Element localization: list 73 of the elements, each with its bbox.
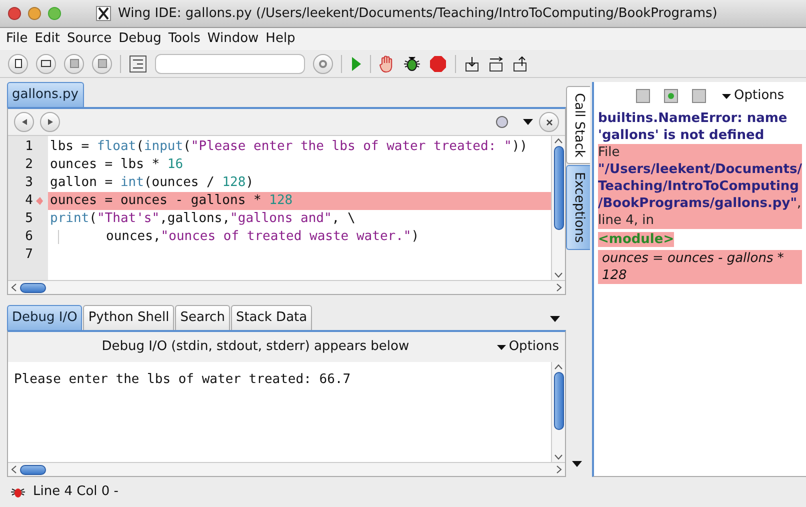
step-out-icon[interactable] [512, 56, 528, 72]
options-button[interactable]: Options [496, 337, 559, 357]
console-output: Please enter the lbs of water treated: 66.7 [14, 372, 351, 387]
tab[interactable]: Stack Data [230, 305, 312, 330]
options-button[interactable]: Options [722, 86, 784, 106]
menu-item[interactable]: Debug [118, 29, 162, 49]
menu-item[interactable]: Source [66, 29, 112, 49]
close-icon[interactable] [8, 7, 21, 20]
minimize-icon[interactable] [28, 7, 41, 20]
status-text: Line 4 Col 0 - [33, 483, 118, 502]
horizontal-scrollbar[interactable] [8, 280, 565, 294]
scroll-down-icon[interactable] [554, 272, 563, 278]
scroll-thumb[interactable] [20, 464, 46, 474]
dropdown-arrow-icon[interactable] [550, 316, 560, 322]
code-line: lbs = float(input("Please enter the lbs of water treated: ")) [50, 138, 528, 156]
code-line: ounces = lbs * 16 [50, 156, 184, 174]
code-line: ounces,"ounces of treated waste water.") [50, 227, 420, 247]
tab[interactable]: Debug I/O [7, 305, 82, 330]
code-line: print("That's",gallons,"gallons and", \ [50, 210, 356, 228]
line-number: 5 [25, 210, 33, 228]
scroll-thumb[interactable] [554, 372, 564, 430]
tab[interactable]: Python Shell [83, 305, 174, 330]
horizontal-scrollbar[interactable] [8, 462, 565, 476]
x-logo-icon [96, 6, 111, 21]
error-message: builtins.NameError: name 'gallons' is not defined [598, 110, 788, 144]
scroll-right-icon[interactable] [556, 465, 562, 474]
forward-icon[interactable] [40, 112, 60, 132]
line-number: 2 [25, 156, 33, 174]
scroll-up-icon[interactable] [554, 138, 563, 144]
tab[interactable]: Search [175, 305, 230, 330]
line-number: 1 [25, 138, 33, 156]
line-number: 3 [25, 174, 33, 192]
search-field[interactable] [155, 54, 305, 74]
menu-item[interactable]: Help [266, 29, 296, 49]
menu-item[interactable]: Edit [34, 29, 60, 49]
scroll-thumb[interactable] [554, 146, 564, 230]
dropdown-arrow-icon[interactable] [572, 461, 582, 467]
dropdown-arrow-icon [496, 344, 506, 350]
scroll-down-icon[interactable] [554, 454, 563, 460]
scroll-left-icon[interactable] [11, 465, 17, 474]
line-number: 7 [25, 246, 33, 264]
line-number: 6 [25, 228, 33, 246]
dropdown-arrow-icon [722, 94, 731, 98]
back-icon[interactable] [14, 112, 34, 132]
dropdown-arrow-icon[interactable] [523, 119, 533, 125]
stop-icon[interactable] [429, 54, 447, 72]
menu-item[interactable]: Tools [168, 29, 200, 49]
panel-header: Debug I/O (stdin, stdout, stderr) appears below [100, 338, 410, 356]
bug-icon[interactable] [403, 54, 421, 72]
indent-icon[interactable] [129, 54, 147, 72]
line-number: 4 [25, 192, 33, 210]
scroll-left-icon[interactable] [11, 283, 17, 292]
vertical-scrollbar[interactable] [551, 362, 565, 462]
tab[interactable]: gallons.py [7, 82, 84, 107]
vertical-scrollbar[interactable] [551, 136, 565, 280]
side-tab[interactable]: Exceptions [566, 165, 590, 250]
menu-item[interactable]: Window [207, 29, 259, 49]
new-file-icon[interactable] [8, 54, 28, 74]
module-name: <module> [598, 232, 674, 247]
close-icon[interactable] [539, 112, 559, 132]
play-icon[interactable] [350, 56, 362, 72]
scroll-right-icon[interactable] [556, 283, 562, 292]
step-over-icon[interactable] [488, 56, 504, 72]
code-line: ounces = ounces - gallons * 128 [50, 192, 293, 210]
menu-item[interactable]: File [6, 29, 28, 49]
code-line: gallon = int(ounces / 128) [50, 174, 254, 192]
side-tab[interactable]: Call Stack [566, 86, 590, 164]
scroll-thumb[interactable] [20, 282, 46, 292]
window-title: Wing IDE: gallons.py (/Users/leekent/Documents/Teaching/IntroToComputing/BookPrograms) [118, 4, 718, 23]
file-location: File "/Users/leekent/Documents/Teaching/IntroToComputing/BookPrograms/gallons.py", line 4, in [598, 144, 802, 229]
hand-icon[interactable] [379, 54, 395, 72]
step-into-icon[interactable] [464, 56, 480, 72]
scroll-up-icon[interactable] [554, 364, 563, 370]
